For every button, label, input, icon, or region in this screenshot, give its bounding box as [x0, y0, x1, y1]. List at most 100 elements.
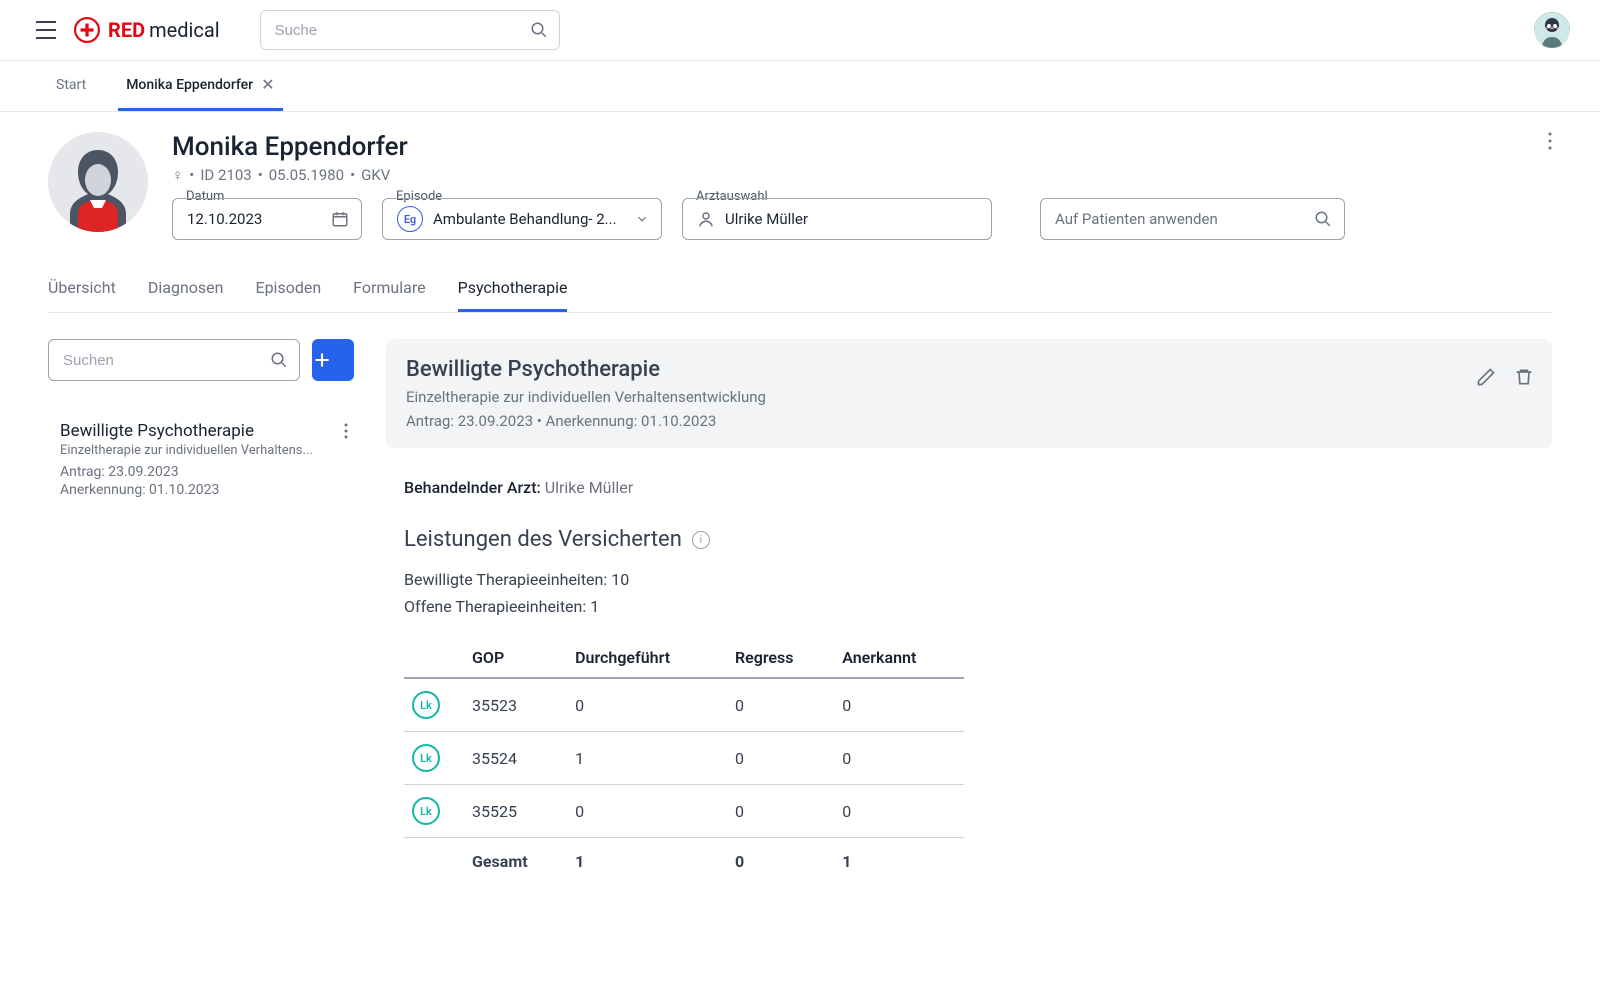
- more-options-button[interactable]: [1548, 132, 1552, 150]
- episode-value: Ambulante Behandlung- 2...: [433, 210, 617, 228]
- sidebar-item-therapy[interactable]: Bewilligte Psychotherapie Einzeltherapie…: [48, 405, 354, 498]
- open-units: Offene Therapieeinheiten: 1: [404, 597, 1534, 616]
- lk-badge-icon[interactable]: Lk: [412, 797, 440, 825]
- main-content: Bewilligte Psychotherapie Einzeltherapie…: [386, 339, 1552, 883]
- tab-patient-label: Monika Eppendorfer: [126, 77, 253, 93]
- col-regress: Regress: [727, 638, 834, 678]
- cell-gop: 35523: [464, 678, 567, 732]
- info-icon[interactable]: i: [692, 531, 710, 549]
- patient-header: Monika Eppendorfer ♀ • ID 2103 • 05.05.1…: [48, 132, 1552, 240]
- delete-button[interactable]: [1514, 367, 1534, 387]
- footer-durch: 1: [567, 838, 727, 884]
- sidebar-search: [48, 339, 300, 381]
- sidebar-item-anerk: Anerkennung: 01.10.2023: [60, 482, 346, 498]
- plus-icon: [312, 350, 332, 370]
- detail-subtitle: Einzeltherapie zur individuellen Verhalt…: [406, 388, 1532, 406]
- edit-button[interactable]: [1476, 367, 1496, 387]
- patient-name: Monika Eppendorfer: [172, 132, 1552, 162]
- doctor-value: Ulrike Müller: [545, 478, 633, 497]
- doctor-icon: [697, 210, 715, 228]
- global-search-input[interactable]: [260, 10, 560, 50]
- cell-anerkannt: 0: [834, 732, 964, 785]
- datum-value: 12.10.2023: [187, 210, 262, 228]
- lk-badge-icon[interactable]: Lk: [412, 691, 440, 719]
- cell-regress: 0: [727, 678, 834, 732]
- approved-units: Bewilligte Therapieeinheiten: 10: [404, 570, 1534, 589]
- sidebar-item-antrag: Antrag: 23.09.2023: [60, 464, 346, 480]
- cell-anerkannt: 0: [834, 678, 964, 732]
- patient-avatar: [48, 132, 148, 232]
- col-gop: GOP: [464, 638, 567, 678]
- patient-meta: ♀ • ID 2103 • 05.05.1980 • GKV: [172, 166, 1552, 184]
- detail-card: Bewilligte Psychotherapie Einzeltherapie…: [386, 339, 1552, 448]
- cell-gop: 35524: [464, 732, 567, 785]
- search-icon: [530, 21, 548, 39]
- menu-button[interactable]: [30, 16, 62, 44]
- detail-title: Bewilligte Psychotherapie: [406, 357, 1532, 382]
- user-avatar[interactable]: [1534, 12, 1570, 48]
- patient-apply-field[interactable]: Auf Patienten anwenden: [1040, 198, 1345, 240]
- logo-text-red: RED: [108, 18, 145, 42]
- logo-text-medical: medical: [149, 18, 220, 42]
- tab-patient[interactable]: Monika Eppendorfer ✕: [118, 61, 282, 111]
- logo-icon: [74, 17, 100, 43]
- hamburger-icon: [35, 21, 57, 39]
- lk-badge-icon[interactable]: Lk: [412, 744, 440, 772]
- pencil-icon: [1476, 367, 1496, 387]
- patient-dob: 05.05.1980: [269, 166, 344, 184]
- datum-field[interactable]: 12.10.2023: [172, 198, 362, 240]
- services-heading-label: Leistungen des Versicherten: [404, 527, 682, 552]
- episode-field[interactable]: Eg Ambulante Behandlung- 2...: [382, 198, 662, 240]
- table-row: Lk 35523 0 0 0: [404, 678, 964, 732]
- detail-meta: Antrag: 23.09.2023 • Anerkennung: 01.10.…: [406, 412, 1532, 430]
- tab-start[interactable]: Start: [48, 61, 94, 111]
- tab-psychotherapie[interactable]: Psychotherapie: [458, 266, 568, 312]
- patient-id: ID 2103: [200, 166, 251, 184]
- trash-icon: [1514, 367, 1534, 387]
- close-icon[interactable]: ✕: [261, 75, 274, 94]
- search-icon: [1314, 210, 1332, 228]
- cell-durch: 0: [567, 785, 727, 838]
- patient-sub-tabs: Übersicht Diagnosen Episoden Formulare P…: [48, 266, 1552, 313]
- doctor-label: Behandelnder Arzt:: [404, 478, 541, 497]
- sidebar-search-input[interactable]: [48, 339, 300, 381]
- tab-episoden[interactable]: Episoden: [255, 266, 321, 312]
- patient-apply-placeholder: Auf Patienten anwenden: [1055, 210, 1218, 228]
- chevron-down-icon: [635, 212, 649, 226]
- cell-regress: 0: [727, 785, 834, 838]
- sidebar: Bewilligte Psychotherapie Einzeltherapie…: [48, 339, 354, 883]
- add-button[interactable]: [312, 339, 354, 381]
- arzt-field[interactable]: Ulrike Müller: [682, 198, 992, 240]
- page-tabs: Start Monika Eppendorfer ✕: [0, 61, 1600, 112]
- cell-durch: 1: [567, 732, 727, 785]
- doctor-row: Behandelnder Arzt: Ulrike Müller: [404, 478, 1534, 497]
- footer-regress: 0: [727, 838, 834, 884]
- col-durch: Durchgeführt: [567, 638, 727, 678]
- sidebar-item-more-button[interactable]: [344, 423, 348, 439]
- sidebar-item-title: Bewilligte Psychotherapie: [60, 421, 346, 441]
- search-icon: [270, 351, 288, 369]
- table-row: Lk 35525 0 0 0: [404, 785, 964, 838]
- tab-formulare[interactable]: Formulare: [353, 266, 425, 312]
- gender-icon: ♀: [172, 166, 183, 184]
- services-table: GOP Durchgeführt Regress Anerkannt Lk 35…: [404, 638, 964, 883]
- tab-uebersicht[interactable]: Übersicht: [48, 266, 116, 312]
- sidebar-item-subtitle: Einzeltherapie zur individuellen Verhalt…: [60, 443, 346, 458]
- cell-regress: 0: [727, 732, 834, 785]
- footer-anerkannt: 1: [834, 838, 964, 884]
- patient-insurance: GKV: [361, 166, 390, 184]
- arzt-value: Ulrike Müller: [725, 210, 808, 228]
- global-search: [260, 10, 560, 50]
- episode-badge-icon: Eg: [397, 206, 423, 232]
- app-header: RED medical: [0, 0, 1600, 61]
- cell-durch: 0: [567, 678, 727, 732]
- footer-label: Gesamt: [464, 838, 567, 884]
- col-anerkannt: Anerkannt: [834, 638, 964, 678]
- services-heading: Leistungen des Versicherten i: [404, 527, 1534, 552]
- cell-gop: 35525: [464, 785, 567, 838]
- brand-logo: RED medical: [74, 17, 220, 43]
- calendar-icon: [331, 210, 349, 228]
- tab-diagnosen[interactable]: Diagnosen: [148, 266, 224, 312]
- table-row: Lk 35524 1 0 0: [404, 732, 964, 785]
- cell-anerkannt: 0: [834, 785, 964, 838]
